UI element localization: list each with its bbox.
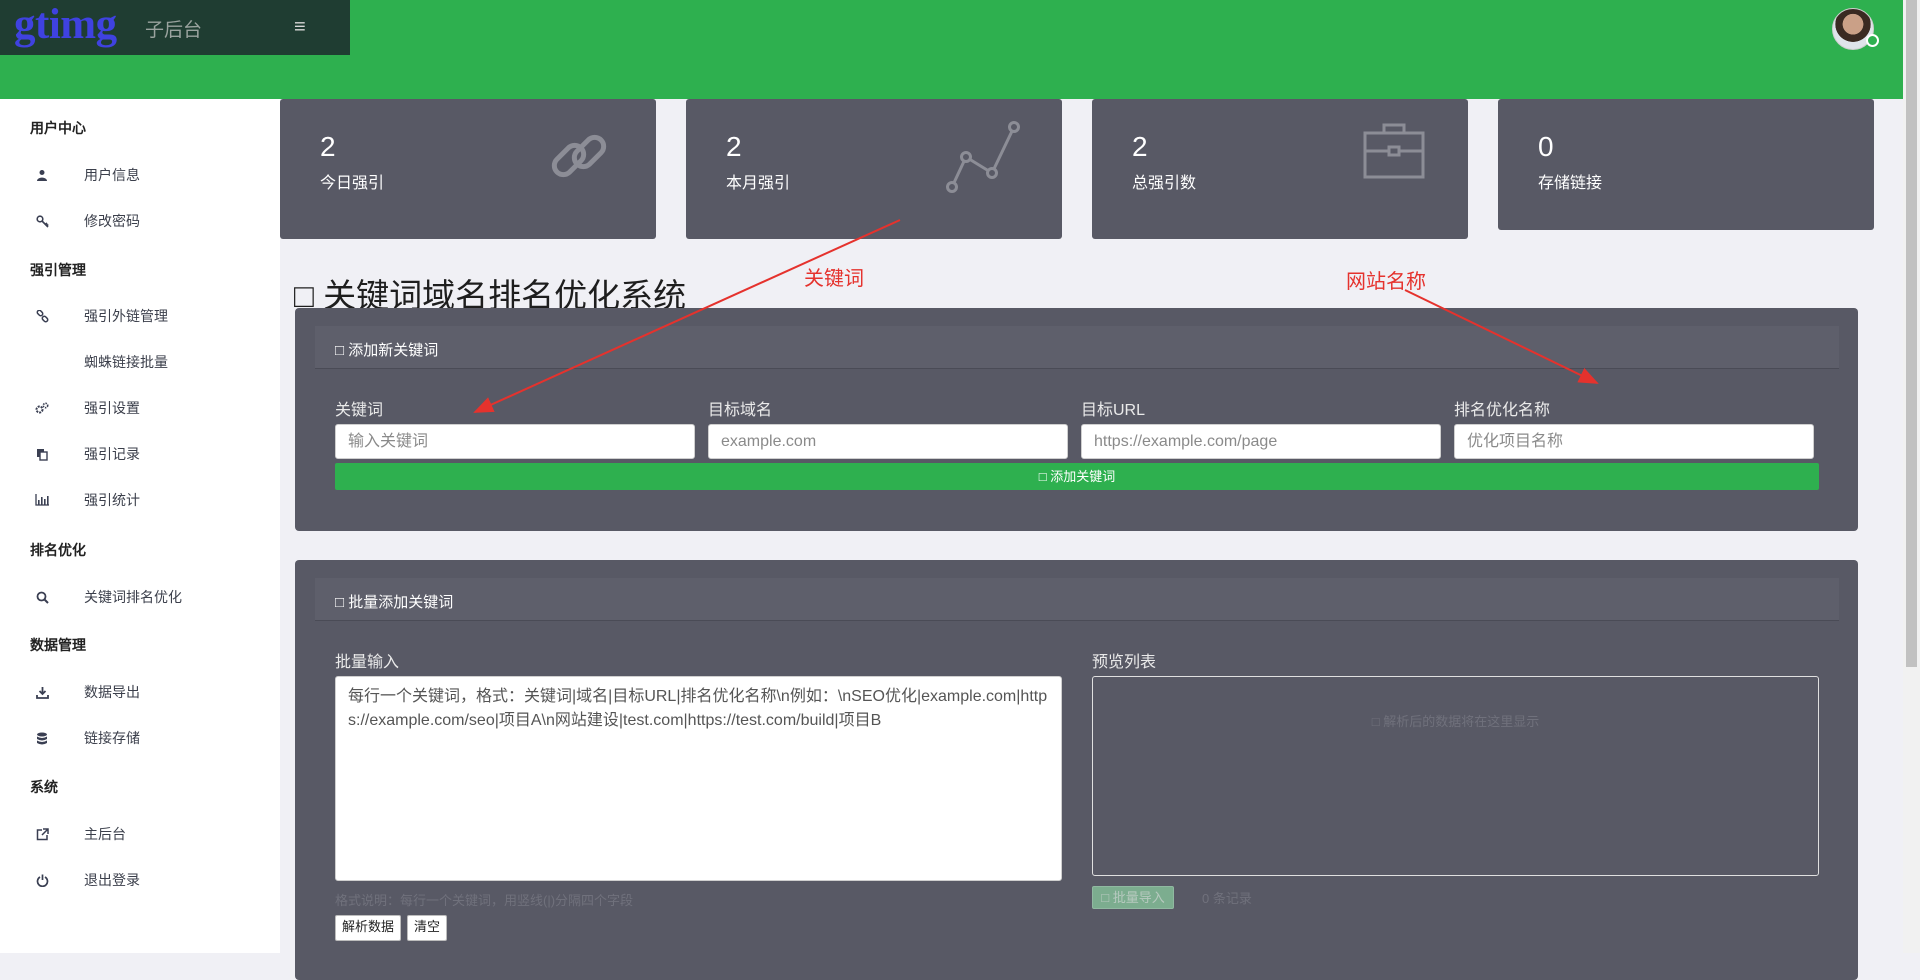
sidebar-item-label: 数据导出 [84,684,140,700]
add-keyword-panel: □ 添加新关键词 关键词 目标域名 目标URL 排名优化名称 □ 添加关键词 [295,308,1858,531]
sidebar-item-main-backend[interactable]: 主后台 [30,822,126,846]
sidebar-group-backlink-mgmt: 强引管理 [30,262,86,278]
stat-card-today: 2 今日强引 [280,99,656,239]
panel-header: □ 批量添加关键词 [315,578,1839,621]
brand-area: gtimg 子后台 ≡ [0,0,350,55]
external-link-icon [30,822,54,846]
gears-icon [30,396,54,420]
clear-button[interactable]: 清空 [407,915,448,941]
preview-list-label: 预览列表 [1092,654,1157,671]
sidebar-group-system: 系统 [30,779,58,795]
preview-empty-text: □ 解析后的数据将在这里显示 [1371,714,1540,729]
sidebar-item-spider-batch[interactable]: 蜘蛛链接批量 [30,350,168,374]
panel-title: □ 添加新关键词 [335,342,439,359]
keyword-input[interactable] [335,424,695,459]
ranking-name-input[interactable] [1454,424,1814,459]
database-icon [30,726,54,750]
line-chart-icon [944,121,1020,200]
main-content: 2 今日强引 2 本月强引 2 总强引数 0 存储链接 □ 关键词域名排名优化系… [280,99,1903,980]
stat-label: 存储链接 [1538,175,1603,192]
sidebar-item-logout[interactable]: 退出登录 [30,868,140,892]
link-icon [30,304,54,328]
batch-import-button[interactable]: □ 批量导入 [1092,886,1174,909]
sidebar: 用户中心 用户信息 修改密码 强引管理 强引外链管理 蜘蛛链接批量 强引设置 强… [0,99,280,953]
ranking-name-label: 排名优化名称 [1454,402,1551,419]
record-count: 0 条记录 [1202,891,1252,906]
batch-input-label: 批量输入 [335,654,400,671]
online-status-dot [1866,34,1879,47]
panel-header: □ 添加新关键词 [315,326,1839,369]
sidebar-item-backlink-stats[interactable]: 强引统计 [30,488,140,512]
sidebar-item-backlink-records[interactable]: 强引记录 [30,442,140,466]
target-domain-label: 目标域名 [708,402,773,419]
batch-add-panel: □ 批量添加关键词 批量输入 预览列表 每行一个关键词，格式：关键词|域名|目标… [295,560,1858,980]
sidebar-item-link-storage[interactable]: 链接存储 [30,726,140,750]
sidebar-item-user-info[interactable]: 用户信息 [30,163,140,187]
sidebar-item-label: 强引统计 [84,492,140,508]
key-icon [30,209,54,233]
sidebar-item-label: 强引记录 [84,446,140,462]
user-icon [30,163,54,187]
annotation-keyword: 关键词 [804,268,864,290]
target-domain-input[interactable] [708,424,1068,459]
sidebar-item-label: 蜘蛛链接批量 [84,354,168,370]
keyword-label: 关键词 [335,402,384,419]
sidebar-group-data-mgmt: 数据管理 [30,637,86,653]
format-hint: 格式说明：每行一个关键词，用竖线(|)分隔四个字段 [335,893,634,908]
sidebar-item-label: 修改密码 [84,213,140,229]
parse-data-button[interactable]: 解析数据 [335,915,402,941]
stat-value: 2 [1132,131,1148,162]
sidebar-item-data-export[interactable]: 数据导出 [30,680,140,704]
sidebar-group-user-center: 用户中心 [30,120,86,136]
sidebar-item-change-password[interactable]: 修改密码 [30,209,140,233]
sidebar-item-label: 主后台 [84,826,126,842]
sidebar-item-label: 链接存储 [84,730,140,746]
sidebar-item-label: 用户信息 [84,167,140,183]
chain-link-icon [544,121,614,196]
brand-subtitle: 子后台 [145,20,203,41]
target-url-label: 目标URL [1081,402,1146,419]
stat-label: 总强引数 [1132,175,1197,192]
scrollbar-thumb[interactable] [1906,0,1917,667]
stat-label: 今日强引 [320,175,385,192]
preview-list: □ 解析后的数据将在这里显示 [1092,676,1819,876]
stat-card-total: 2 总强引数 [1092,99,1468,239]
copy-icon [30,442,54,466]
add-keyword-button[interactable]: □ 添加关键词 [335,463,1819,490]
panel-title: □ 批量添加关键词 [335,594,454,611]
stat-value: 0 [1538,131,1554,162]
hamburger-icon[interactable]: ≡ [294,16,306,38]
stat-card-month: 2 本月强引 [686,99,1062,239]
target-url-input[interactable] [1081,424,1441,459]
sidebar-item-label: 关键词排名优化 [84,589,182,605]
briefcase-icon [1362,121,1426,186]
sidebar-item-label: 强引外链管理 [84,308,168,324]
stat-value: 2 [320,131,336,162]
brand-logo[interactable]: gtimg [14,0,117,49]
stat-label: 本月强引 [726,175,791,192]
search-icon [30,585,54,609]
stat-value: 2 [726,131,742,162]
sidebar-item-keyword-ranking[interactable]: 关键词排名优化 [30,585,182,609]
bar-chart-icon [30,488,54,512]
download-icon [30,680,54,704]
batch-input-textarea[interactable]: 每行一个关键词，格式：关键词|域名|目标URL|排名优化名称\n例如：\nSEO… [335,676,1062,881]
sidebar-item-label: 退出登录 [84,872,140,888]
stat-card-stored: 0 存储链接 [1498,99,1874,230]
annotation-site-name: 网站名称 [1346,271,1426,293]
sidebar-item-backlink-manage[interactable]: 强引外链管理 [30,304,168,328]
sidebar-item-label: 强引设置 [84,400,140,416]
sidebar-item-backlink-settings[interactable]: 强引设置 [30,396,140,420]
sidebar-group-ranking: 排名优化 [30,542,86,558]
power-icon [30,868,54,892]
